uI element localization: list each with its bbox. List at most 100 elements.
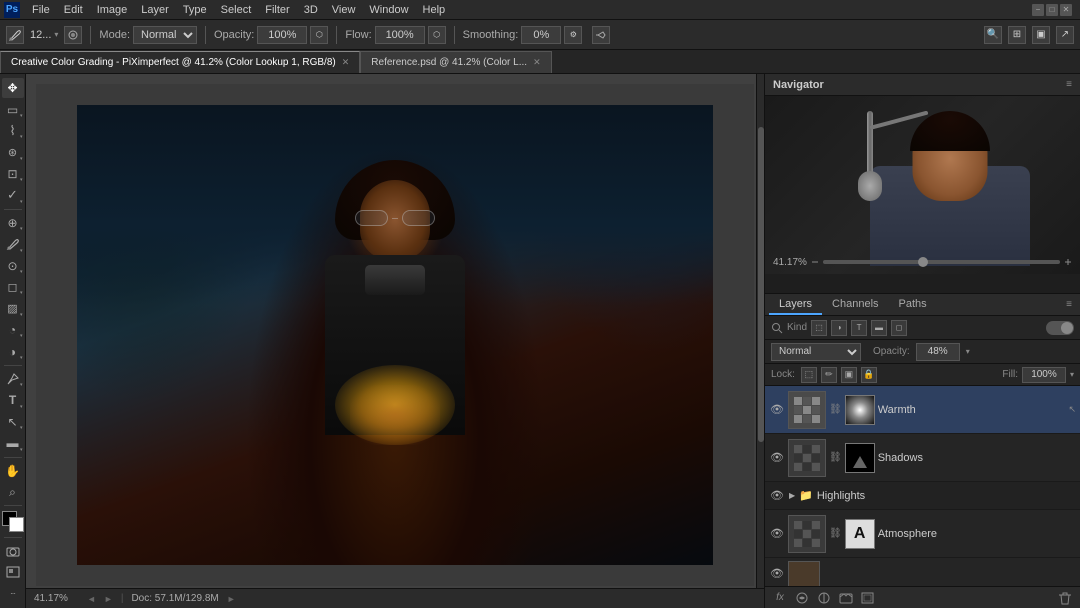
tab-main-close[interactable]: ✕ bbox=[342, 57, 350, 68]
tool-pen[interactable]: ▾ bbox=[2, 369, 24, 389]
close-button[interactable]: ✕ bbox=[1060, 4, 1072, 16]
layer-atmosphere-visibility[interactable]: 👁 bbox=[769, 526, 785, 542]
filter-type-icon[interactable]: T bbox=[851, 320, 867, 336]
tool-quick-select[interactable]: ⊛ ▾ bbox=[2, 142, 24, 162]
canvas-area[interactable]: 41.17% ◄ ► | Doc: 57.1M/129.8M ► bbox=[26, 74, 764, 608]
opacity-pressure-icon[interactable]: ⬡ bbox=[310, 26, 328, 44]
tool-zoom[interactable]: ⌕ bbox=[2, 482, 24, 502]
layer-delete-button[interactable] bbox=[1056, 589, 1074, 607]
layer-atmosphere[interactable]: 👁 ⛓ A Atmosphere bbox=[765, 510, 1080, 558]
layer-highlights-group[interactable]: 👁 ▶ 📁 Highlights bbox=[765, 482, 1080, 510]
scrollbar-thumb-v[interactable] bbox=[758, 127, 764, 443]
layer-adjustment-button[interactable] bbox=[815, 589, 833, 607]
tab-paths[interactable]: Paths bbox=[889, 295, 937, 315]
smoothing-input[interactable] bbox=[521, 26, 561, 44]
layer-shadows-visibility[interactable]: 👁 bbox=[769, 450, 785, 466]
workspace-icon[interactable]: ⊞ bbox=[1008, 26, 1026, 44]
filter-shape-icon[interactable]: ▬ bbox=[871, 320, 887, 336]
layer-extra-1[interactable]: 👁 bbox=[765, 558, 1080, 586]
menu-layer[interactable]: Layer bbox=[135, 3, 175, 17]
share-icon[interactable]: ↗ bbox=[1056, 26, 1074, 44]
navigator-menu-icon[interactable]: ≡ bbox=[1066, 79, 1072, 90]
menu-type[interactable]: Type bbox=[177, 3, 213, 17]
lock-position-icon[interactable]: ✏ bbox=[821, 367, 837, 383]
layer-fx-button[interactable]: fx bbox=[771, 589, 789, 607]
tool-screen-mode[interactable] bbox=[2, 562, 24, 582]
layer-group-button[interactable] bbox=[837, 589, 855, 607]
fg-bg-color-picker[interactable] bbox=[2, 511, 24, 531]
tool-move[interactable]: ✥ bbox=[2, 78, 24, 98]
layer-highlights-visibility[interactable]: 👁 bbox=[769, 488, 785, 504]
smoothing-settings-icon[interactable]: ⚙ bbox=[564, 26, 582, 44]
brush-settings-icon[interactable] bbox=[64, 26, 82, 44]
tool-clone[interactable]: ⊙ ▾ bbox=[2, 256, 24, 276]
layer-shadows[interactable]: 👁 ⛓ Shadows bbox=[765, 434, 1080, 482]
tool-rectangle[interactable]: ▬ ▾ bbox=[2, 433, 24, 453]
menu-3d[interactable]: 3D bbox=[298, 3, 324, 17]
blend-mode-select[interactable]: Normal bbox=[771, 343, 861, 361]
tool-healing[interactable]: ⊕ ▾ bbox=[2, 213, 24, 233]
filter-smartobj-icon[interactable]: ◻ bbox=[891, 320, 907, 336]
tool-type[interactable]: T ▾ bbox=[2, 390, 24, 410]
fill-arrow[interactable]: ▾ bbox=[1070, 370, 1074, 379]
background-color[interactable] bbox=[9, 517, 24, 532]
maximize-button[interactable]: □ bbox=[1046, 4, 1058, 16]
lock-all-icon[interactable]: 🔒 bbox=[861, 367, 877, 383]
menu-edit[interactable]: Edit bbox=[58, 3, 89, 17]
menu-view[interactable]: View bbox=[326, 3, 362, 17]
search-icon[interactable]: 🔍 bbox=[984, 26, 1002, 44]
tool-lasso[interactable]: ⌇ ▾ bbox=[2, 121, 24, 141]
navigator-zoom-thumb[interactable] bbox=[918, 257, 928, 267]
workspaces-arrange-icon[interactable]: ▣ bbox=[1032, 26, 1050, 44]
mode-select[interactable]: Normal bbox=[133, 26, 197, 44]
menu-file[interactable]: File bbox=[26, 3, 56, 17]
lock-pixels-icon[interactable]: ⬚ bbox=[801, 367, 817, 383]
menu-filter[interactable]: Filter bbox=[259, 3, 295, 17]
status-arrow-right[interactable]: ► bbox=[104, 594, 113, 604]
filter-toggle[interactable] bbox=[1046, 321, 1074, 335]
flow-pressure-icon[interactable]: ⬡ bbox=[428, 26, 446, 44]
layer-warmth[interactable]: 👁 ⛓ Warmth ↖ bbox=[765, 386, 1080, 434]
navigator-zoom-out[interactable] bbox=[811, 258, 819, 266]
menu-image[interactable]: Image bbox=[91, 3, 134, 17]
airbrush-icon[interactable] bbox=[592, 26, 610, 44]
layer-new-button[interactable] bbox=[859, 589, 877, 607]
navigator-zoom-in[interactable] bbox=[1064, 258, 1072, 266]
minimize-button[interactable]: − bbox=[1032, 4, 1044, 16]
layers-panel-menu[interactable]: ≡ bbox=[1062, 299, 1076, 310]
navigator-zoom-slider[interactable] bbox=[823, 260, 1060, 264]
opacity-input[interactable] bbox=[257, 26, 307, 44]
layers-list[interactable]: 👁 ⛓ Warmth ↖ bbox=[765, 386, 1080, 586]
tool-eraser[interactable]: ◻ ▾ bbox=[2, 277, 24, 297]
tool-eyedropper[interactable]: ✓ ▾ bbox=[2, 185, 24, 205]
tool-brush[interactable]: ▾ bbox=[2, 234, 24, 254]
layer-mask-button[interactable] bbox=[793, 589, 811, 607]
tab-main[interactable]: Creative Color Grading - PiXimperfect @ … bbox=[0, 51, 360, 73]
flow-input[interactable] bbox=[375, 26, 425, 44]
tool-dodge[interactable]: ◑ ▾ bbox=[2, 341, 24, 361]
tool-gradient[interactable]: ▨ ▾ bbox=[2, 298, 24, 318]
brush-tool-icon[interactable] bbox=[6, 26, 24, 44]
filter-pixel-icon[interactable]: ⬚ bbox=[811, 320, 827, 336]
menu-help[interactable]: Help bbox=[417, 3, 452, 17]
lock-artboard-icon[interactable]: ▣ bbox=[841, 367, 857, 383]
opacity-blend-input[interactable] bbox=[916, 343, 960, 361]
tab-reference-close[interactable]: ✕ bbox=[533, 57, 541, 68]
tab-layers[interactable]: Layers bbox=[769, 295, 822, 315]
fill-input[interactable] bbox=[1022, 367, 1066, 383]
status-arrow-left[interactable]: ◄ bbox=[87, 594, 96, 604]
layer-warmth-visibility[interactable]: 👁 bbox=[769, 402, 785, 418]
tool-rect-select[interactable]: ▭ ▾ bbox=[2, 99, 24, 119]
layer-extra-1-visibility[interactable]: 👁 bbox=[769, 566, 785, 582]
tool-quick-mask[interactable] bbox=[2, 541, 24, 561]
opacity-blend-arrow[interactable]: ▾ bbox=[966, 347, 970, 356]
tool-crop[interactable]: ⊡ ▾ bbox=[2, 164, 24, 184]
menu-window[interactable]: Window bbox=[363, 3, 414, 17]
tool-hand[interactable]: ✋ bbox=[2, 460, 24, 480]
brush-size-display[interactable]: 12... ▾ bbox=[30, 29, 58, 41]
doc-info-arrow[interactable]: ► bbox=[227, 594, 236, 604]
tool-blur[interactable]: ◔ ▾ bbox=[2, 320, 24, 340]
canvas-scrollbar-vertical[interactable] bbox=[756, 74, 764, 600]
filter-adjustment-icon[interactable]: ◑ bbox=[831, 320, 847, 336]
tab-channels[interactable]: Channels bbox=[822, 295, 888, 315]
